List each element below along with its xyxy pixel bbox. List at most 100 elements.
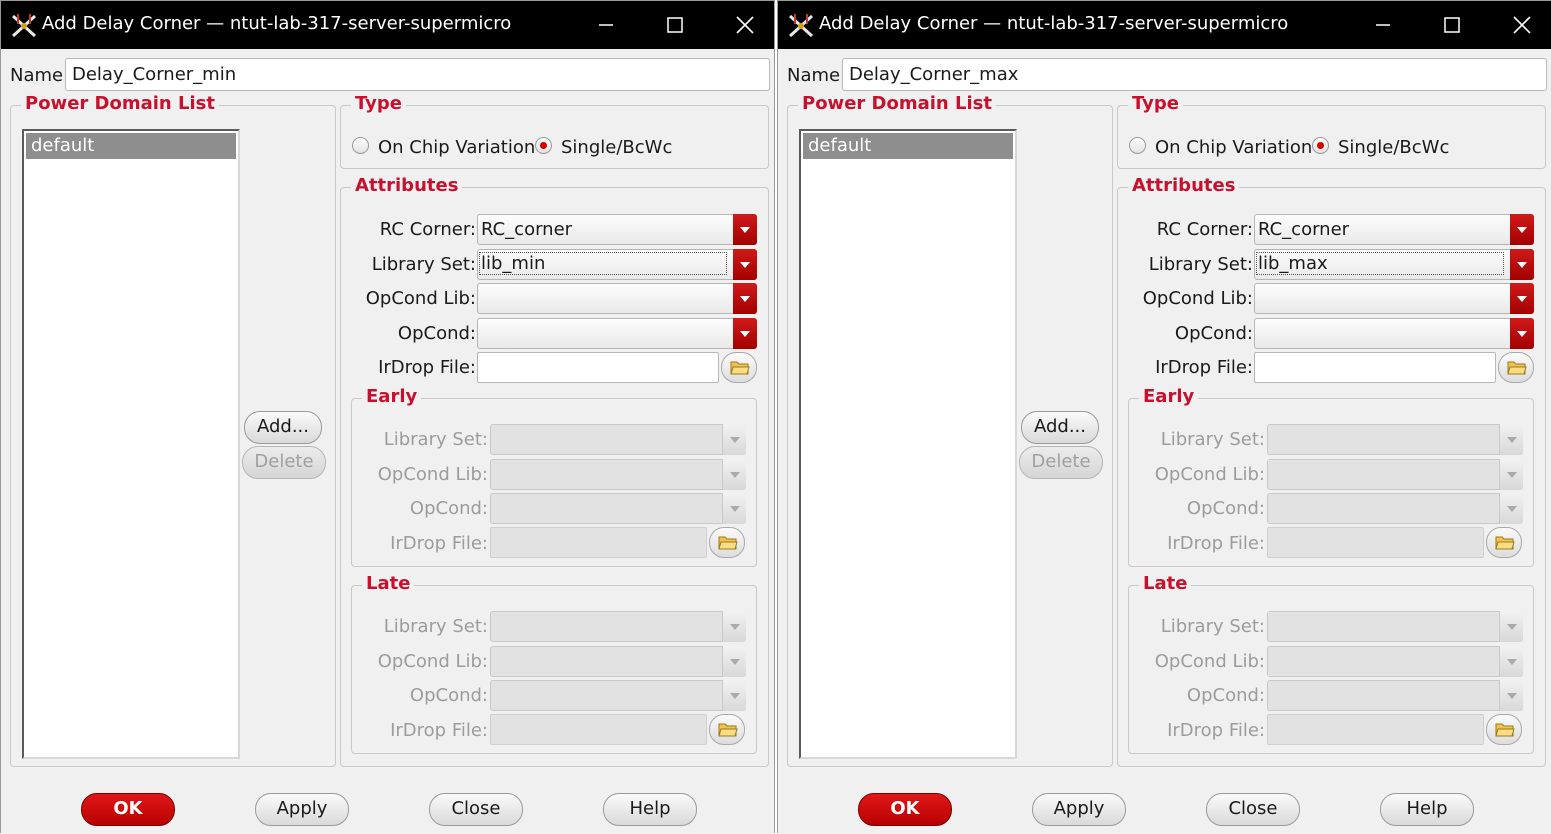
library-set-value: lib_min	[479, 252, 727, 275]
early-irdrop-browse-button[interactable]	[1486, 527, 1522, 558]
library-set-select[interactable]: lib_min	[477, 249, 757, 280]
opcond-lib-select[interactable]	[477, 283, 757, 314]
early-irdrop-input[interactable]	[490, 527, 707, 558]
chevron-down-icon	[1499, 459, 1523, 490]
early-library-set-select[interactable]	[1267, 424, 1523, 455]
help-button[interactable]: Help	[1380, 793, 1474, 826]
early-irdrop-label: IrDrop File:	[390, 533, 488, 554]
close-button[interactable]: Close	[1206, 793, 1300, 826]
delete-button[interactable]: Delete	[242, 446, 326, 479]
early-opcond-lib-label: OpCond Lib:	[1154, 464, 1265, 485]
type-title: Type	[351, 93, 406, 114]
help-button[interactable]: Help	[603, 793, 697, 826]
title-bar[interactable]: Add Delay Corner — ntut-lab-317-server-s…	[1, 1, 774, 49]
opcond-label: OpCond:	[397, 323, 476, 344]
early-opcond-select[interactable]	[490, 493, 746, 524]
chevron-down-icon[interactable]	[1510, 249, 1534, 280]
early-irdrop-input[interactable]	[1267, 527, 1484, 558]
opcond-label: OpCond:	[1174, 323, 1253, 344]
irdrop-browse-button[interactable]	[1498, 352, 1534, 383]
chevron-down-icon[interactable]	[733, 214, 757, 245]
list-item[interactable]: default	[26, 133, 236, 159]
late-irdrop-input[interactable]	[490, 714, 707, 745]
opcond-select[interactable]	[1254, 318, 1534, 349]
irdrop-input[interactable]	[1254, 352, 1496, 383]
chevron-down-icon[interactable]	[733, 283, 757, 314]
add-button[interactable]: Add...	[1021, 411, 1099, 444]
chevron-down-icon	[1499, 646, 1523, 677]
minimize-icon[interactable]	[1366, 9, 1400, 41]
name-input[interactable]: Delay_Corner_min	[65, 58, 770, 91]
rc-corner-value: RC_corner	[481, 219, 573, 240]
close-button[interactable]: Close	[429, 793, 523, 826]
name-input[interactable]: Delay_Corner_max	[842, 58, 1547, 91]
minimize-icon[interactable]	[589, 9, 623, 41]
title-bar[interactable]: Add Delay Corner — ntut-lab-317-server-s…	[778, 1, 1551, 49]
opcond-select[interactable]	[477, 318, 757, 349]
late-irdrop-browse-button[interactable]	[1486, 714, 1522, 745]
chevron-down-icon[interactable]	[733, 249, 757, 280]
power-domain-list[interactable]: default	[799, 129, 1017, 759]
early-library-set-select[interactable]	[490, 424, 746, 455]
chevron-down-icon[interactable]	[733, 318, 757, 349]
single-bcwc-label[interactable]: Single/BcWc	[1338, 137, 1449, 158]
library-set-select[interactable]: lib_max	[1254, 249, 1534, 280]
chevron-down-icon	[722, 611, 746, 642]
early-opcond-select[interactable]	[1267, 493, 1523, 524]
add-delay-corner-dialog-min: Add Delay Corner — ntut-lab-317-server-s…	[0, 0, 775, 834]
radio-on-chip-variation[interactable]	[1129, 137, 1146, 154]
early-title: Early	[1139, 386, 1199, 407]
maximize-icon[interactable]	[1435, 9, 1469, 41]
late-library-set-select[interactable]	[1267, 611, 1523, 642]
early-opcond-label: OpCond:	[1186, 498, 1265, 519]
ok-button[interactable]: OK	[858, 793, 952, 826]
late-irdrop-browse-button[interactable]	[709, 714, 745, 745]
power-domain-title: Power Domain List	[798, 93, 996, 114]
chevron-down-icon	[1499, 611, 1523, 642]
folder-icon	[1507, 361, 1527, 375]
on-chip-variation-label[interactable]: On Chip Variation	[378, 137, 535, 158]
delete-button[interactable]: Delete	[1019, 446, 1103, 479]
early-opcond-lib-select[interactable]	[1267, 459, 1523, 490]
close-icon[interactable]	[728, 9, 762, 41]
apply-button[interactable]: Apply	[255, 793, 349, 826]
apply-button[interactable]: Apply	[1032, 793, 1126, 826]
late-opcond-select[interactable]	[1267, 680, 1523, 711]
on-chip-variation-label[interactable]: On Chip Variation	[1155, 137, 1312, 158]
late-opcond-select[interactable]	[490, 680, 746, 711]
early-opcond-lib-select[interactable]	[490, 459, 746, 490]
late-library-set-label: Library Set:	[1160, 616, 1265, 637]
chevron-down-icon[interactable]	[1510, 318, 1534, 349]
library-set-label: Library Set:	[371, 254, 476, 275]
radio-single-bcwc[interactable]	[1312, 137, 1329, 154]
late-irdrop-label: IrDrop File:	[1167, 720, 1265, 741]
radio-single-bcwc[interactable]	[535, 137, 552, 154]
irdrop-browse-button[interactable]	[721, 352, 757, 383]
ok-button[interactable]: OK	[81, 793, 175, 826]
maximize-icon[interactable]	[658, 9, 692, 41]
add-button[interactable]: Add...	[244, 411, 322, 444]
early-library-set-label: Library Set:	[1160, 429, 1265, 450]
list-item[interactable]: default	[803, 133, 1013, 159]
late-irdrop-input[interactable]	[1267, 714, 1484, 745]
chevron-down-icon[interactable]	[1510, 214, 1534, 245]
single-bcwc-label[interactable]: Single/BcWc	[561, 137, 672, 158]
irdrop-input[interactable]	[477, 352, 719, 383]
early-irdrop-browse-button[interactable]	[709, 527, 745, 558]
chevron-down-icon	[722, 493, 746, 524]
name-label: Name:	[10, 65, 70, 86]
chevron-down-icon[interactable]	[1510, 283, 1534, 314]
late-opcond-lib-select[interactable]	[490, 646, 746, 677]
power-domain-list[interactable]: default	[22, 129, 240, 759]
late-library-set-select[interactable]	[490, 611, 746, 642]
opcond-lib-select[interactable]	[1254, 283, 1534, 314]
rc-corner-select[interactable]: RC_corner	[477, 214, 757, 245]
late-library-set-label: Library Set:	[383, 616, 488, 637]
rc-corner-select[interactable]: RC_corner	[1254, 214, 1534, 245]
attributes-title: Attributes	[351, 175, 463, 196]
late-opcond-lib-select[interactable]	[1267, 646, 1523, 677]
window-title: Add Delay Corner — ntut-lab-317-server-s…	[819, 13, 1289, 34]
radio-on-chip-variation[interactable]	[352, 137, 369, 154]
close-icon[interactable]	[1505, 9, 1539, 41]
early-opcond-label: OpCond:	[409, 498, 488, 519]
